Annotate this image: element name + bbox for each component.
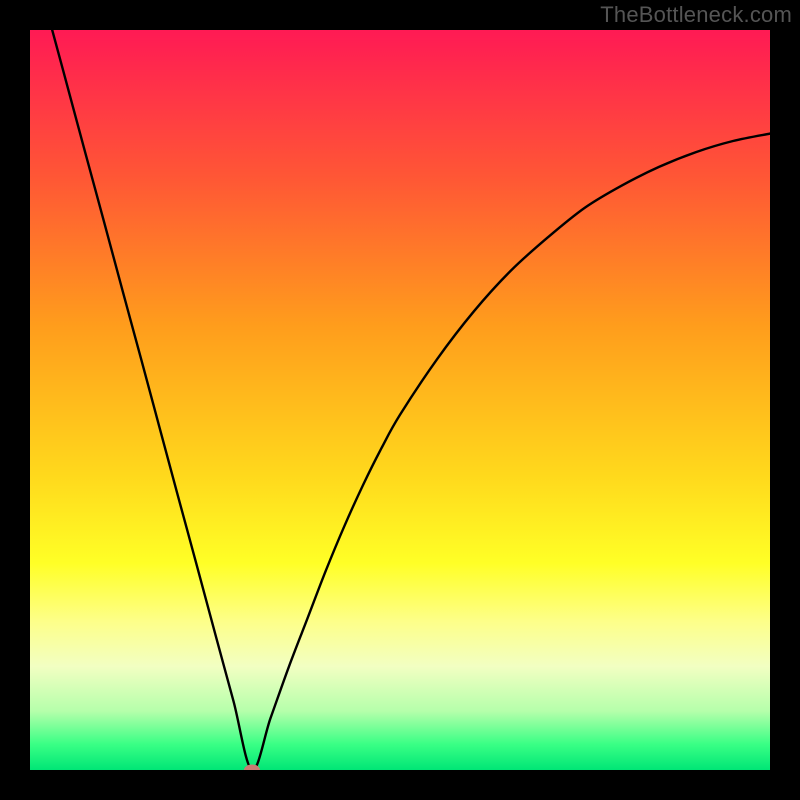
watermark-label: TheBottleneck.com — [600, 2, 792, 28]
plot-area — [30, 30, 770, 770]
chart-svg — [30, 30, 770, 770]
chart-frame: TheBottleneck.com — [0, 0, 800, 800]
gradient-background — [30, 30, 770, 770]
